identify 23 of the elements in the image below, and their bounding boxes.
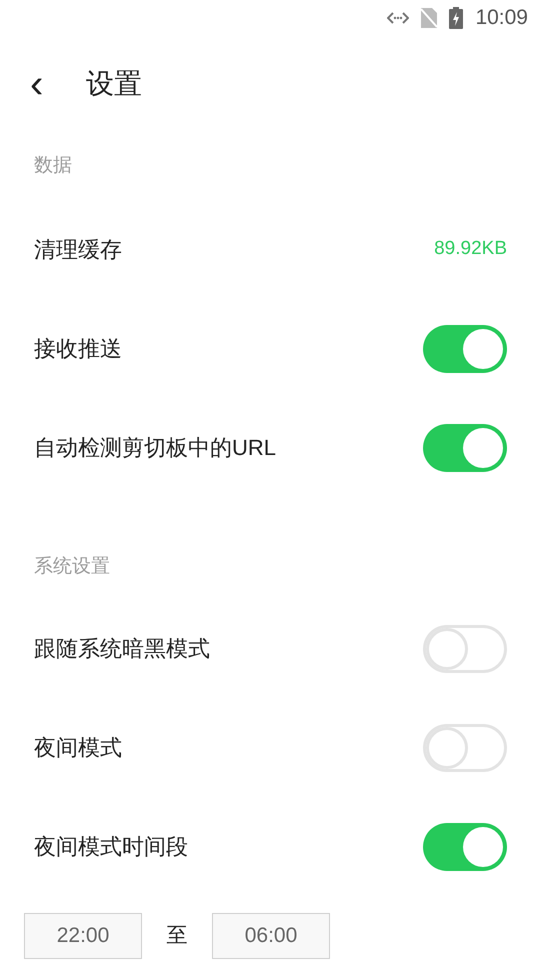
start-time-field[interactable]: 22:00 xyxy=(24,913,142,959)
setting-label: 夜间模式 xyxy=(34,734,122,762)
setting-label: 自动检测剪切板中的URL xyxy=(34,434,276,462)
toggle-switch[interactable] xyxy=(423,424,507,472)
page-title: 设置 xyxy=(86,67,142,101)
end-time-field[interactable]: 06:00 xyxy=(212,913,330,959)
data-transfer-icon xyxy=(387,11,410,25)
no-sim-icon xyxy=(421,8,438,28)
back-button[interactable]: ‹ xyxy=(0,60,86,108)
setting-label: 接收推送 xyxy=(34,335,122,363)
toggle-switch[interactable] xyxy=(423,724,507,772)
setting-label: 跟随系统暗黑模式 xyxy=(34,635,210,663)
setting-label: 夜间模式时间段 xyxy=(34,833,188,861)
range-separator: 至 xyxy=(166,923,188,950)
section-title: 系统设置 xyxy=(34,554,110,579)
cache-size: 89.92KB xyxy=(434,237,507,262)
section-title: 数据 xyxy=(34,154,72,178)
setting-label: 清理缓存 xyxy=(34,236,122,264)
status-time: 10:09 xyxy=(475,5,528,32)
battery-charging-icon xyxy=(449,7,464,29)
toggle-switch[interactable] xyxy=(423,822,507,870)
toggle-switch[interactable] xyxy=(423,324,507,372)
toggle-switch[interactable] xyxy=(423,624,507,672)
